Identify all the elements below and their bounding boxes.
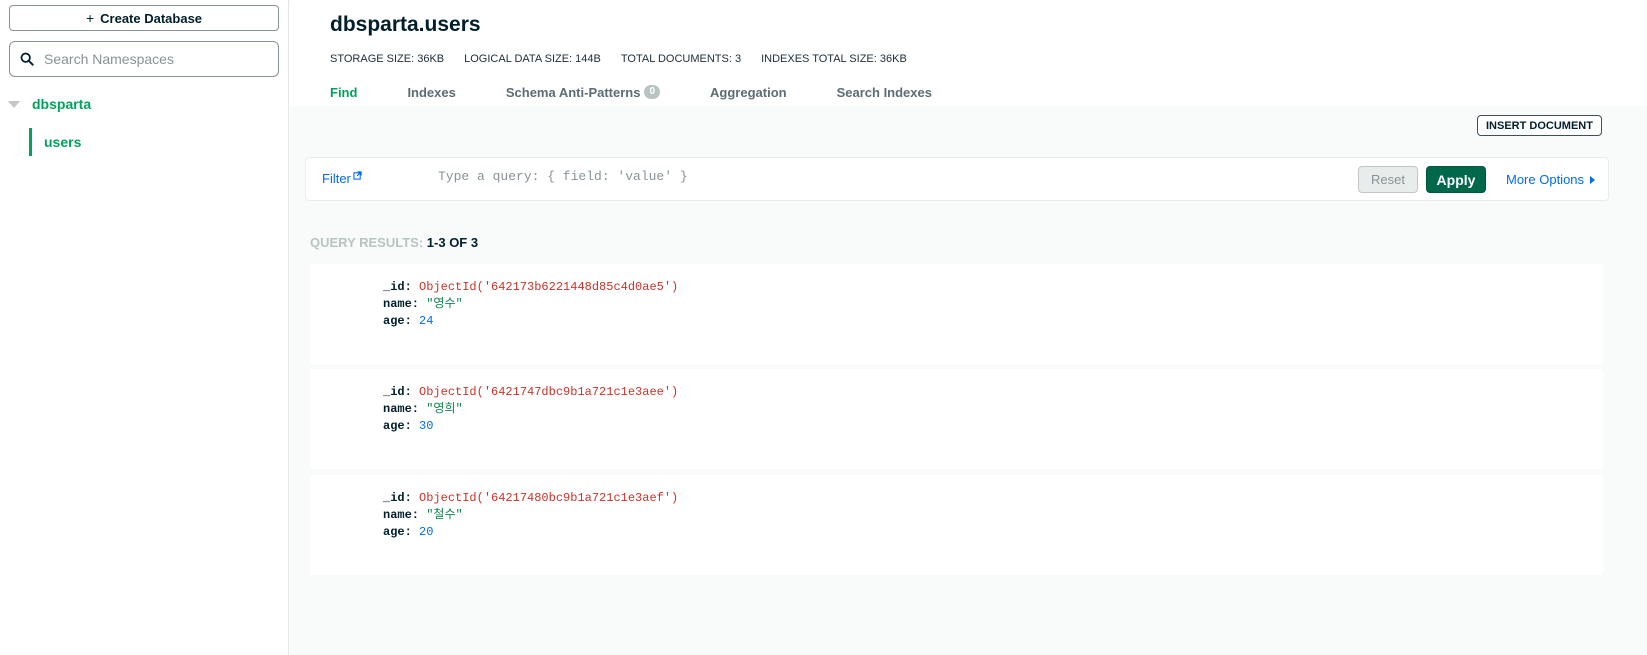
field-key: name: xyxy=(383,508,420,522)
document-card[interactable]: _id: ObjectId('642173b6221448d85c4d0ae5'… xyxy=(310,264,1603,364)
field-key: age: xyxy=(383,314,412,328)
field-key: _id: xyxy=(383,385,412,399)
stat-storage-size: STORAGE SIZE: 36KB xyxy=(330,53,445,65)
external-link-icon xyxy=(353,171,362,180)
results-count: 1-3 OF 3 xyxy=(426,235,479,250)
insert-document-button[interactable]: INSERT DOCUMENT xyxy=(1477,115,1602,136)
field-key: age: xyxy=(383,419,412,433)
filter-query-input[interactable] xyxy=(438,169,1138,184)
field-key: _id: xyxy=(383,491,412,505)
document-field-age: age: 24 xyxy=(383,313,433,330)
field-key: _id: xyxy=(383,280,412,294)
document-card[interactable]: _id: ObjectId('64217480bc9b1a721c1e3aef'… xyxy=(310,475,1603,575)
create-database-button[interactable]: + Create Database xyxy=(9,5,279,31)
field-value: ObjectId('64217480bc9b1a721c1e3aef') xyxy=(419,491,679,505)
filter-label: Filter xyxy=(322,171,351,186)
field-value: 20 xyxy=(419,525,434,539)
tab-search-indexes[interactable]: Search Indexes xyxy=(837,82,932,102)
caret-down-icon[interactable] xyxy=(8,100,20,108)
document-card[interactable]: _id: ObjectId('6421747dbc9b1a721c1e3aee'… xyxy=(310,369,1603,469)
triangle-right-icon xyxy=(1590,175,1596,184)
document-field-age: age: 20 xyxy=(383,524,433,541)
create-database-label: Create Database xyxy=(100,10,203,26)
tab-label: Aggregation xyxy=(710,84,787,100)
field-value: 30 xyxy=(419,419,434,433)
tab-indexes[interactable]: Indexes xyxy=(407,82,455,102)
collection-name: users xyxy=(44,134,82,150)
stat-logical-data-size: LOGICAL DATA SIZE: 144B xyxy=(464,53,601,65)
stat-indexes-total-size: INDEXES TOTAL SIZE: 36KB xyxy=(761,53,907,65)
tab-label: Indexes xyxy=(407,84,456,100)
document-field-id: _id: ObjectId('642173b6221448d85c4d0ae5'… xyxy=(383,279,678,296)
search-namespaces xyxy=(9,41,279,77)
tab-find[interactable]: Find xyxy=(330,82,357,102)
database-name: dbsparta xyxy=(32,96,92,112)
field-value: "영수" xyxy=(426,297,463,311)
field-value: "철수" xyxy=(426,508,463,522)
query-bar: Filter Reset Apply More Options xyxy=(305,157,1609,201)
field-key: name: xyxy=(383,297,420,311)
reset-button[interactable]: Reset xyxy=(1358,166,1418,193)
more-options-button[interactable]: More Options xyxy=(1506,172,1596,187)
search-namespaces-input[interactable] xyxy=(44,51,264,67)
tab-label: Find xyxy=(330,84,358,100)
count-badge: 0 xyxy=(644,85,661,99)
sidebar-database-dbsparta[interactable]: dbsparta xyxy=(8,96,91,112)
document-field-id: _id: ObjectId('64217480bc9b1a721c1e3aef'… xyxy=(383,490,678,507)
field-value: ObjectId('642173b6221448d85c4d0ae5') xyxy=(419,280,679,294)
tab-aggregation[interactable]: Aggregation xyxy=(710,82,787,102)
field-value: "영희" xyxy=(426,402,463,416)
collection-stats: STORAGE SIZE: 36KB LOGICAL DATA SIZE: 14… xyxy=(330,53,927,65)
query-results-summary: QUERY RESULTS: 1-3 OF 3 xyxy=(310,235,478,250)
main-panel: dbsparta.users STORAGE SIZE: 36KB LOGICA… xyxy=(290,0,1647,655)
document-field-id: _id: ObjectId('6421747dbc9b1a721c1e3aee'… xyxy=(383,384,678,401)
field-value: 24 xyxy=(419,314,434,328)
page-title: dbsparta.users xyxy=(330,13,481,36)
field-key: name: xyxy=(383,402,420,416)
sidebar: + Create Database dbsparta users xyxy=(0,0,289,655)
stat-total-documents: TOTAL DOCUMENTS: 3 xyxy=(620,53,742,65)
tab-label: Search Indexes xyxy=(836,84,932,100)
field-key: age: xyxy=(383,525,412,539)
sidebar-collection-users[interactable]: users xyxy=(29,128,81,156)
collection-tabs: Find Indexes Schema Anti-Patterns 0 Aggre… xyxy=(330,82,982,102)
document-field-name: name: "영희" xyxy=(383,401,463,418)
apply-button[interactable]: Apply xyxy=(1426,166,1486,193)
collection-header: dbsparta.users STORAGE SIZE: 36KB LOGICA… xyxy=(290,0,1647,106)
filter-link[interactable]: Filter xyxy=(322,171,362,186)
tab-label: Schema Anti-Patterns xyxy=(505,84,641,100)
results-label: QUERY RESULTS: xyxy=(310,235,424,250)
field-value: ObjectId('6421747dbc9b1a721c1e3aee') xyxy=(419,385,679,399)
document-field-name: name: "철수" xyxy=(383,507,463,524)
document-field-age: age: 30 xyxy=(383,418,433,435)
tab-schema-anti-patterns[interactable]: Schema Anti-Patterns 0 xyxy=(505,82,661,102)
search-icon xyxy=(20,52,34,66)
document-field-name: name: "영수" xyxy=(383,296,463,313)
more-options-label: More Options xyxy=(1506,172,1585,187)
plus-icon: + xyxy=(85,10,95,26)
